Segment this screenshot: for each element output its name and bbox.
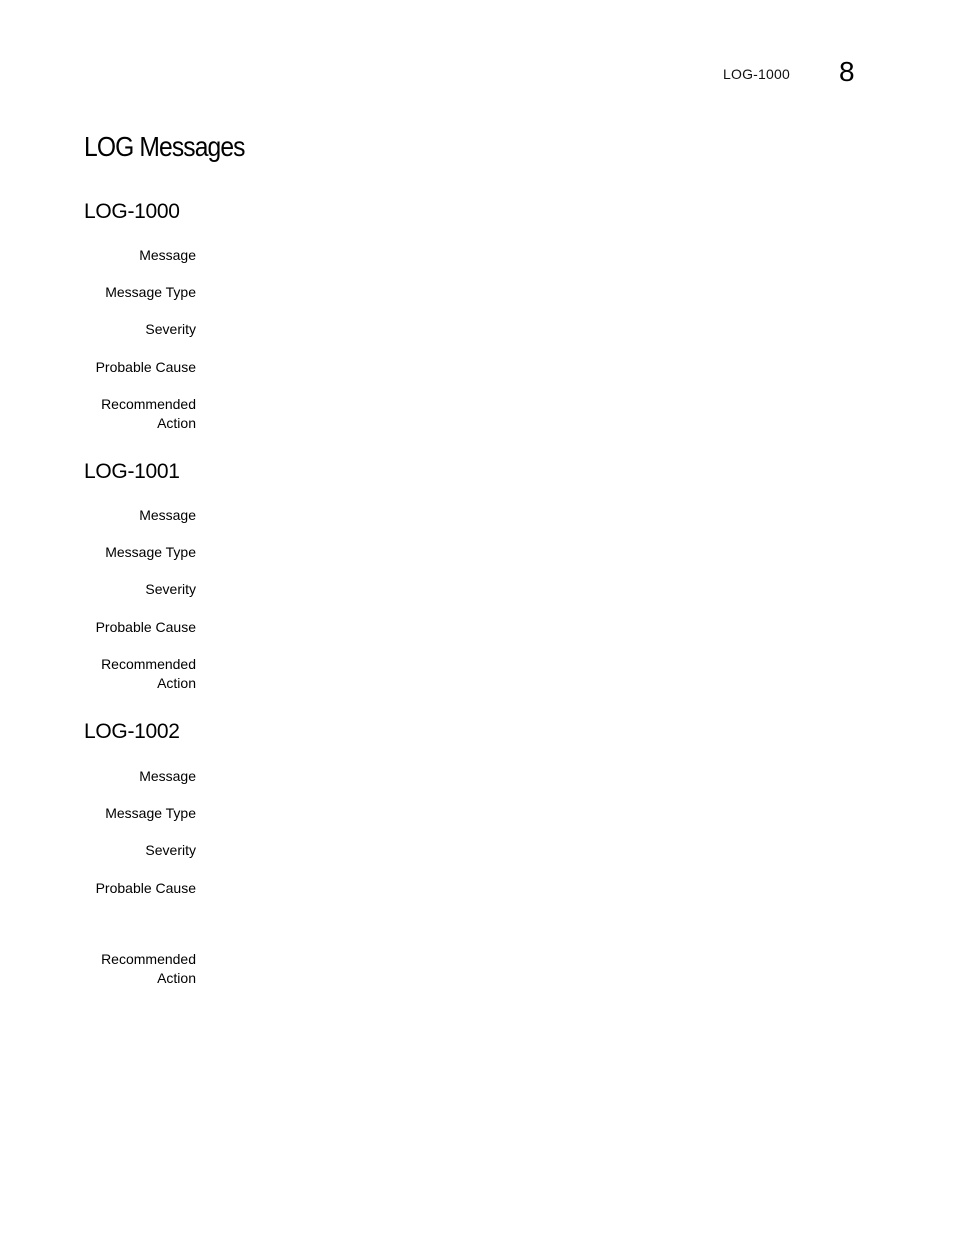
field-label-message-type: Message Type [105, 805, 196, 821]
field-label-probable-cause: Probable Cause [95, 359, 196, 375]
running-header: LOG-1000 8 [0, 56, 954, 88]
page-title: LOG Messages [84, 131, 246, 162]
field-label-recommended-action: Recommended Action [60, 395, 196, 433]
field-label-probable-cause: Probable Cause [95, 880, 196, 896]
field-label-message: Message [139, 768, 196, 784]
field-label-recommended-action: Recommended Action [60, 655, 196, 693]
field-label-probable-cause: Probable Cause [95, 619, 196, 635]
field-label-message: Message [139, 247, 196, 263]
label-line: Recommended [101, 396, 196, 412]
label-line: Action [157, 970, 196, 986]
running-title: LOG-1000 [723, 66, 790, 82]
section-title: LOG-1001 [84, 460, 180, 483]
field-label-message-type: Message Type [105, 284, 196, 300]
label-line: Recommended [101, 951, 196, 967]
chapter-number: 8 [839, 56, 855, 87]
field-label-message: Message [139, 507, 196, 523]
label-line: Recommended [101, 656, 196, 672]
field-label-severity: Severity [145, 581, 196, 597]
field-label-severity: Severity [145, 842, 196, 858]
section-title: LOG-1002 [84, 720, 180, 743]
field-label-recommended-action: Recommended Action [60, 950, 196, 988]
section-title: LOG-1000 [84, 200, 180, 223]
label-line: Action [157, 675, 196, 691]
field-label-severity: Severity [145, 321, 196, 337]
label-line: Action [157, 415, 196, 431]
field-label-message-type: Message Type [105, 544, 196, 560]
